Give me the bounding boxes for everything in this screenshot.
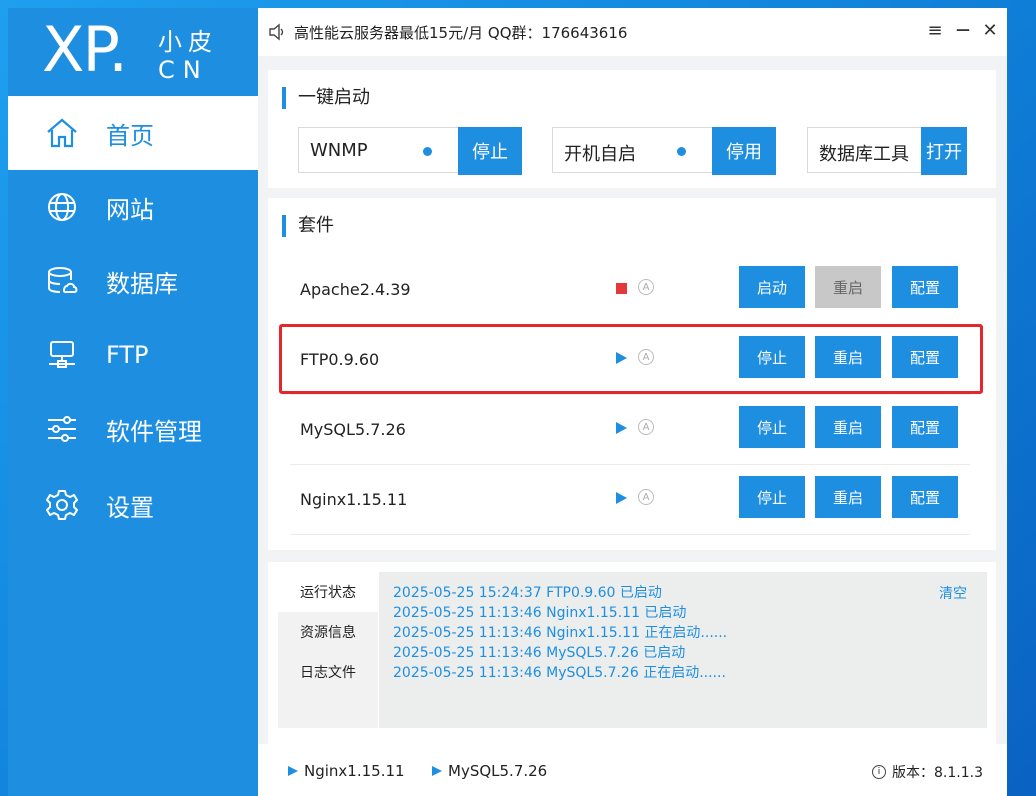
database-icon — [44, 263, 80, 299]
log-line: 2025-05-25 11:13:46 Nginx1.15.11 已启动 — [393, 605, 687, 621]
status-footer: Nginx1.15.11 MySQL5.7.26 i 版本：8.1.1.3 — [258, 744, 1007, 796]
notice-text[interactable]: 高性能云服务器最低15元/月 QQ群：176643616 — [294, 22, 627, 43]
log-line: 2025-05-25 11:13:46 MySQL5.7.26 正在启动....… — [393, 665, 726, 681]
wnmp-toggle: WNMP 停止 — [298, 127, 522, 175]
clear-log-link[interactable]: 清空 — [939, 583, 967, 603]
service-row-mysql: MySQL5.7.26 A 停止 重启 配置 — [290, 396, 970, 465]
restart-button: 重启 — [815, 266, 881, 308]
service-row-nginx: Nginx1.15.11 A 停止 重启 配置 — [290, 466, 970, 535]
speaker-icon — [268, 23, 286, 41]
service-name: Apache2.4.39 — [300, 280, 411, 299]
tab-log-files[interactable]: 日志文件 — [278, 652, 378, 692]
start-button[interactable]: 启动 — [739, 266, 805, 308]
db-tool-open-button[interactable]: 打开 — [921, 127, 967, 175]
restart-button[interactable]: 重启 — [815, 476, 881, 518]
ftp-icon — [44, 337, 80, 373]
autostart-disable-button[interactable]: 停用 — [712, 127, 776, 175]
running-status-icon — [616, 422, 627, 434]
log-line: 2025-05-25 11:13:46 Nginx1.15.11 正在启动...… — [393, 625, 728, 641]
logo: XP. 小皮 CN — [8, 8, 258, 94]
db-tool-box: 数据库工具 打开 — [807, 127, 967, 175]
sidebar-item-website[interactable]: 网站 — [8, 170, 258, 244]
quick-start-card: 一键启动 WNMP 停止 开机自启 停用 数据库工具 打开 — [268, 70, 996, 188]
logo-cn-top: 小皮 — [158, 28, 218, 56]
auto-start-icon[interactable]: A — [638, 279, 654, 295]
home-icon — [44, 115, 80, 151]
sidebar-item-software[interactable]: 软件管理 — [8, 392, 258, 466]
db-tool-label: 数据库工具 — [819, 144, 909, 165]
sliders-icon — [44, 411, 80, 447]
logo-cn-bottom: CN — [158, 56, 209, 84]
autostart-toggle: 开机自启 停用 — [552, 127, 776, 175]
sidebar-item-settings[interactable]: 设置 — [8, 468, 258, 542]
wnmp-stop-button[interactable]: 停止 — [458, 127, 522, 175]
log-card: 运行状态 资源信息 日志文件 2025-05-25 15:24:37 FTP0.… — [268, 562, 996, 744]
version-info: i 版本：8.1.1.3 — [872, 762, 983, 782]
section-title: 一键启动 — [282, 87, 370, 109]
wnmp-label: WNMP — [310, 140, 368, 161]
service-name: Nginx1.15.11 — [300, 490, 408, 509]
log-output: 2025-05-25 15:24:37 FTP0.9.60 已启动 2025-0… — [379, 572, 987, 728]
stop-button[interactable]: 停止 — [739, 406, 805, 448]
sidebar-item-database[interactable]: 数据库 — [8, 244, 258, 318]
titlebar: 高性能云服务器最低15元/月 QQ群：176643616 ≡ — ✕ — [258, 8, 1007, 56]
autostart-label: 开机自启 — [564, 144, 636, 165]
close-icon[interactable]: ✕ — [980, 20, 1000, 41]
restart-button[interactable]: 重启 — [815, 406, 881, 448]
tab-resource-info[interactable]: 资源信息 — [278, 612, 378, 652]
logo-xp: XP. — [42, 13, 128, 86]
sidebar-item-label: 数据库 — [106, 269, 178, 298]
config-button[interactable]: 配置 — [892, 266, 958, 308]
gear-icon — [44, 487, 80, 523]
footer-service-label: Nginx1.15.11 — [304, 762, 405, 780]
service-row-apache: Apache2.4.39 A 启动 重启 配置 — [290, 256, 970, 325]
service-name: MySQL5.7.26 — [300, 420, 406, 439]
sidebar: XP. 小皮 CN 首页 网站 数据库 FTP 软件管理 设置 — [8, 8, 258, 796]
status-dot — [677, 147, 686, 156]
config-button[interactable]: 配置 — [892, 406, 958, 448]
stopped-status-icon — [616, 283, 627, 294]
sidebar-item-label: 设置 — [106, 493, 154, 522]
running-status-icon — [432, 766, 442, 776]
stop-button[interactable]: 停止 — [739, 476, 805, 518]
section-title: 套件 — [282, 215, 334, 237]
sidebar-item-home[interactable]: 首页 — [8, 96, 258, 170]
globe-icon — [44, 189, 80, 225]
log-tabs: 运行状态 资源信息 日志文件 — [278, 572, 378, 728]
log-line: 2025-05-25 15:24:37 FTP0.9.60 已启动 — [393, 585, 662, 601]
sidebar-item-ftp[interactable]: FTP — [8, 318, 258, 392]
sidebar-item-label: 软件管理 — [106, 417, 202, 446]
sidebar-item-label: FTP — [106, 341, 149, 369]
config-button[interactable]: 配置 — [892, 476, 958, 518]
sidebar-item-label: 网站 — [106, 195, 154, 224]
running-status-icon — [288, 766, 298, 776]
version-label: 版本：8.1.1.3 — [892, 765, 983, 781]
running-service-nginx: Nginx1.15.11 — [288, 762, 405, 780]
app-window: XP. 小皮 CN 首页 网站 数据库 FTP 软件管理 设置 高性能云服务器最… — [8, 8, 1007, 796]
auto-start-icon[interactable]: A — [638, 419, 654, 435]
status-dot — [423, 147, 432, 156]
main-panel: 高性能云服务器最低15元/月 QQ群：176643616 ≡ — ✕ 一键启动 … — [258, 8, 1007, 796]
running-service-mysql: MySQL5.7.26 — [432, 762, 547, 780]
auto-start-icon[interactable]: A — [638, 489, 654, 505]
menu-icon[interactable]: ≡ — [925, 20, 945, 41]
log-line: 2025-05-25 11:13:46 MySQL5.7.26 已启动 — [393, 645, 686, 661]
sidebar-item-label: 首页 — [106, 121, 154, 150]
footer-service-label: MySQL5.7.26 — [448, 762, 548, 780]
info-icon: i — [872, 765, 887, 779]
highlight-box — [279, 324, 983, 394]
running-status-icon — [616, 492, 627, 504]
tab-run-status[interactable]: 运行状态 — [278, 572, 378, 612]
minimize-icon[interactable]: — — [953, 20, 973, 40]
